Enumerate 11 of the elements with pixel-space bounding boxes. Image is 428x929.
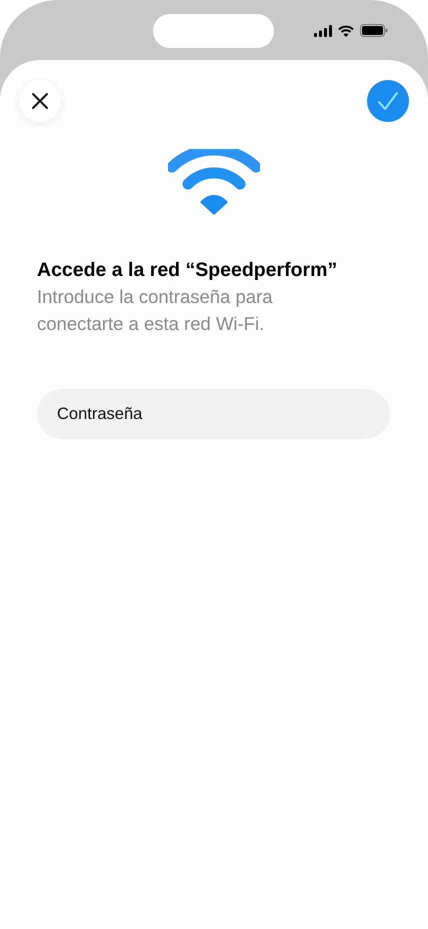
- checkmark-icon: [377, 91, 399, 111]
- password-field[interactable]: Contraseña: [37, 389, 390, 439]
- signal-icon: [314, 24, 332, 36]
- sheet-title: Accede a la red “Speedperform”: [37, 258, 338, 283]
- battery-icon: [360, 24, 388, 37]
- wifi-icon: [338, 24, 354, 36]
- close-button[interactable]: [19, 80, 61, 122]
- close-icon: [31, 92, 49, 110]
- confirm-button[interactable]: [367, 80, 409, 122]
- wifi-icon: [168, 149, 260, 215]
- sheet-subtitle: Introduce la contraseña para conectarte a esta red Wi-Fi.: [37, 285, 274, 336]
